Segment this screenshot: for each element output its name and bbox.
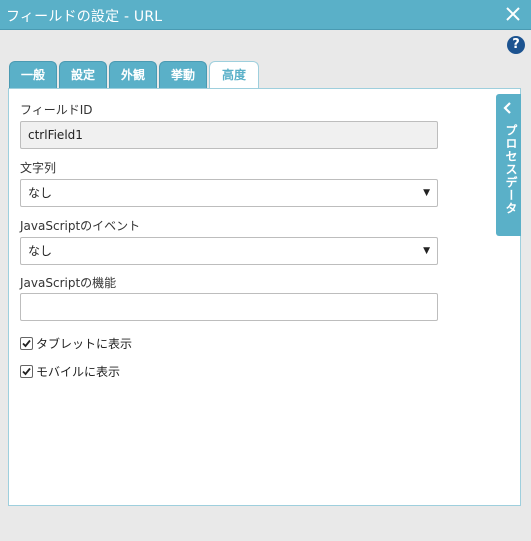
tablet-checkbox-label: タブレットに表示	[36, 337, 133, 351]
process-data-label: プロセスデータ	[504, 124, 518, 215]
field-id-label: フィールドID	[20, 103, 93, 117]
mobile-checkbox-label: モバイルに表示	[36, 365, 121, 379]
advanced-panel: フィールドID ctrlField1 文字列 なし ▼ JavaScriptのイ…	[8, 88, 521, 506]
tab-general[interactable]: 一般	[9, 61, 57, 88]
title-bar: フィールドの設定 - URL	[0, 0, 531, 30]
dropdown-arrow-icon: ▼	[423, 188, 430, 198]
help-icon[interactable]: ?	[507, 36, 525, 54]
tab-appearance[interactable]: 外観	[109, 61, 157, 88]
string-select[interactable]: なし ▼	[20, 179, 438, 207]
js-event-select-value: なし	[28, 244, 53, 258]
mobile-checkbox[interactable]: モバイルに表示	[20, 363, 120, 380]
js-event-label: JavaScriptのイベント	[20, 219, 141, 233]
tablet-checkbox[interactable]: タブレットに表示	[20, 335, 132, 352]
chevron-left-icon	[503, 102, 513, 117]
field-id-value: ctrlField1	[28, 128, 83, 142]
tab-settings[interactable]: 設定	[59, 61, 107, 88]
window-title: フィールドの設定 - URL	[6, 9, 163, 25]
checkbox-checked-icon[interactable]	[20, 365, 33, 378]
checkbox-checked-icon[interactable]	[20, 337, 33, 350]
string-label: 文字列	[20, 161, 57, 175]
js-function-input[interactable]	[20, 293, 438, 321]
js-event-select[interactable]: なし ▼	[20, 237, 438, 265]
string-select-value: なし	[28, 186, 53, 200]
tab-behavior[interactable]: 挙動	[159, 61, 207, 88]
close-icon[interactable]	[503, 4, 523, 24]
js-function-label: JavaScriptの機能	[20, 276, 117, 290]
process-data-tab[interactable]: プロセスデータ	[496, 94, 521, 236]
tab-advanced[interactable]: 高度	[209, 61, 259, 90]
field-id-input[interactable]: ctrlField1	[20, 121, 438, 149]
dropdown-arrow-icon: ▼	[423, 246, 430, 256]
